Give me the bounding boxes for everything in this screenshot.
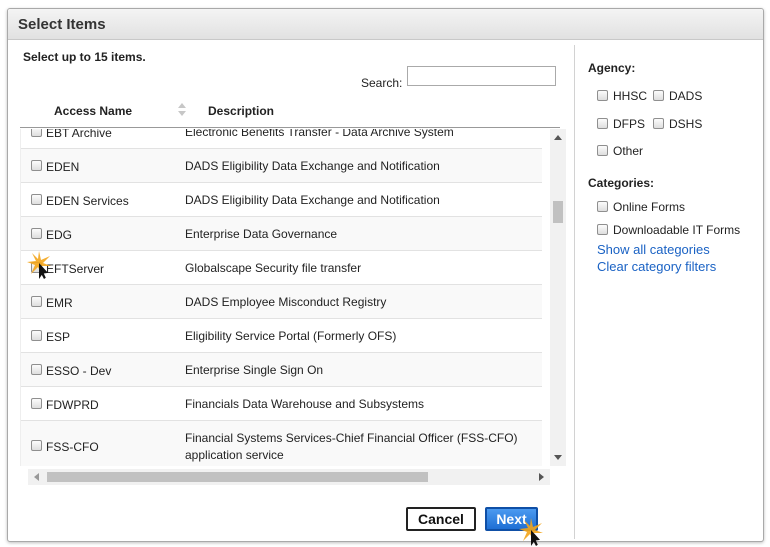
- row-description: DADS Eligibility Data Exchange and Notif…: [185, 193, 440, 207]
- table-row[interactable]: EDEN DADS Eligibility Data Exchange and N…: [21, 149, 542, 183]
- categories-title: Categories:: [588, 176, 655, 190]
- agency-label: DSHS: [669, 117, 703, 131]
- vertical-scrollbar[interactable]: [550, 129, 566, 466]
- vertical-scroll-thumb[interactable]: [553, 201, 563, 223]
- filter-agency-dshs[interactable]: DSHS: [653, 117, 702, 131]
- clear-category-filters-link[interactable]: Clear category filters: [597, 259, 716, 274]
- pane-divider: [574, 45, 575, 539]
- column-header-description[interactable]: Description: [208, 104, 274, 118]
- filters-pane: Agency: HHSC DADS DFPS DSHS Other Catego…: [588, 45, 760, 345]
- category-label: Online Forms: [613, 200, 686, 214]
- items-rows: EBT Archive Electronic Benefits Transfer …: [21, 129, 542, 466]
- dialog-titlebar[interactable]: Select Items: [8, 9, 763, 40]
- row-access-name: EDG: [46, 228, 73, 242]
- row-access-name: FDWPRD: [46, 398, 99, 412]
- row-description: Eligibility Service Portal (Formerly OFS…: [185, 329, 397, 343]
- row-description: Financial Systems Services-Chief Financi…: [185, 431, 518, 462]
- row-access-name: EBT Archive: [46, 129, 112, 140]
- category-checkbox[interactable]: [597, 224, 608, 235]
- select-items-dialog: Select Items Select up to 15 items. Sear…: [7, 8, 764, 542]
- selection-instruction: Select up to 15 items.: [23, 50, 146, 64]
- agency-label: Other: [613, 144, 644, 158]
- table-row[interactable]: ESSO - Dev Enterprise Single Sign On: [21, 353, 542, 387]
- row-access-name: EFTServer: [46, 262, 105, 276]
- row-access-name: EDEN: [46, 160, 80, 174]
- row-checkbox[interactable]: [31, 398, 42, 409]
- cancel-button[interactable]: Cancel: [406, 507, 476, 531]
- row-access-name: EMR: [46, 296, 73, 310]
- row-checkbox[interactable]: [31, 129, 42, 137]
- agency-checkbox[interactable]: [653, 118, 664, 129]
- row-description: Enterprise Data Governance: [185, 227, 338, 241]
- row-checkbox[interactable]: [31, 228, 42, 239]
- row-checkbox[interactable]: [31, 160, 42, 171]
- filter-category-online-forms[interactable]: Online Forms: [597, 200, 685, 214]
- agency-label: DADS: [669, 89, 703, 103]
- agency-title: Agency:: [588, 61, 636, 75]
- row-description: Enterprise Single Sign On: [185, 363, 324, 377]
- agency-checkbox[interactable]: [653, 90, 664, 101]
- table-row[interactable]: ESP Eligibility Service Portal (Formerly …: [21, 319, 542, 353]
- agency-label: DFPS: [613, 117, 646, 131]
- category-label: Downloadable IT Forms: [613, 223, 741, 237]
- category-checkbox[interactable]: [597, 201, 608, 212]
- table-row[interactable]: FSS-CFO Financial Systems Services-Chief …: [21, 421, 542, 466]
- filter-agency-dfps[interactable]: DFPS: [597, 117, 645, 131]
- agency-label: HHSC: [613, 89, 648, 103]
- scroll-up-arrow-icon[interactable]: [554, 135, 562, 140]
- search-label: Search:: [361, 76, 403, 90]
- column-header-access-name[interactable]: Access Name: [54, 104, 132, 118]
- table-row[interactable]: EBT Archive Electronic Benefits Transfer …: [21, 129, 542, 149]
- table-row[interactable]: EMR DADS Employee Misconduct Registry: [21, 285, 542, 319]
- row-description: Globalscape Security file transfer: [185, 261, 362, 275]
- row-checkbox[interactable]: [31, 194, 42, 205]
- scroll-left-arrow-icon[interactable]: [34, 473, 39, 481]
- agency-checkbox[interactable]: [597, 90, 608, 101]
- row-description: Financials Data Warehouse and Subsystems: [185, 397, 425, 411]
- filter-agency-other[interactable]: Other: [597, 144, 643, 158]
- row-checkbox[interactable]: [31, 440, 42, 451]
- row-checkbox[interactable]: [31, 330, 42, 341]
- sort-icon[interactable]: [178, 103, 186, 117]
- table-row[interactable]: EDG Enterprise Data Governance: [21, 217, 542, 251]
- row-access-name: ESSO - Dev: [46, 364, 112, 378]
- row-description: DADS Eligibility Data Exchange and Notif…: [185, 159, 440, 173]
- items-pane: Select up to 15 items. Search: Access Na…: [20, 45, 566, 485]
- scroll-down-arrow-icon[interactable]: [554, 455, 562, 460]
- agency-checkbox[interactable]: [597, 118, 608, 129]
- scroll-right-arrow-icon[interactable]: [539, 473, 544, 481]
- horizontal-scroll-thumb[interactable]: [47, 472, 428, 482]
- table-row[interactable]: FDWPRD Financials Data Warehouse and Subs…: [21, 387, 542, 421]
- search-input[interactable]: [407, 66, 556, 86]
- row-access-name: FSS-CFO: [46, 440, 99, 454]
- row-access-name: EDEN Services: [46, 194, 129, 208]
- table-row[interactable]: EDEN Services DADS Eligibility Data Excha…: [21, 183, 542, 217]
- dialog-title: Select Items: [18, 16, 106, 33]
- row-access-name: ESP: [46, 330, 71, 344]
- items-table: EBT Archive Electronic Benefits Transfer …: [20, 129, 542, 466]
- filter-agency-hhsc[interactable]: HHSC: [597, 89, 647, 103]
- table-header: Access Name Description: [20, 95, 560, 128]
- row-description: Electronic Benefits Transfer - Data Arch…: [185, 129, 454, 139]
- row-checkbox[interactable]: [31, 296, 42, 307]
- filter-category-downloadable-it-forms[interactable]: Downloadable IT Forms: [597, 223, 740, 237]
- row-checkbox[interactable]: [31, 364, 42, 375]
- filter-agency-dads[interactable]: DADS: [653, 89, 702, 103]
- agency-checkbox[interactable]: [597, 145, 608, 156]
- table-row[interactable]: EFTServer Globalscape Security file trans…: [21, 251, 542, 285]
- horizontal-scrollbar[interactable]: [28, 469, 550, 485]
- show-all-categories-link[interactable]: Show all categories: [597, 242, 710, 257]
- row-description: DADS Employee Misconduct Registry: [185, 295, 387, 309]
